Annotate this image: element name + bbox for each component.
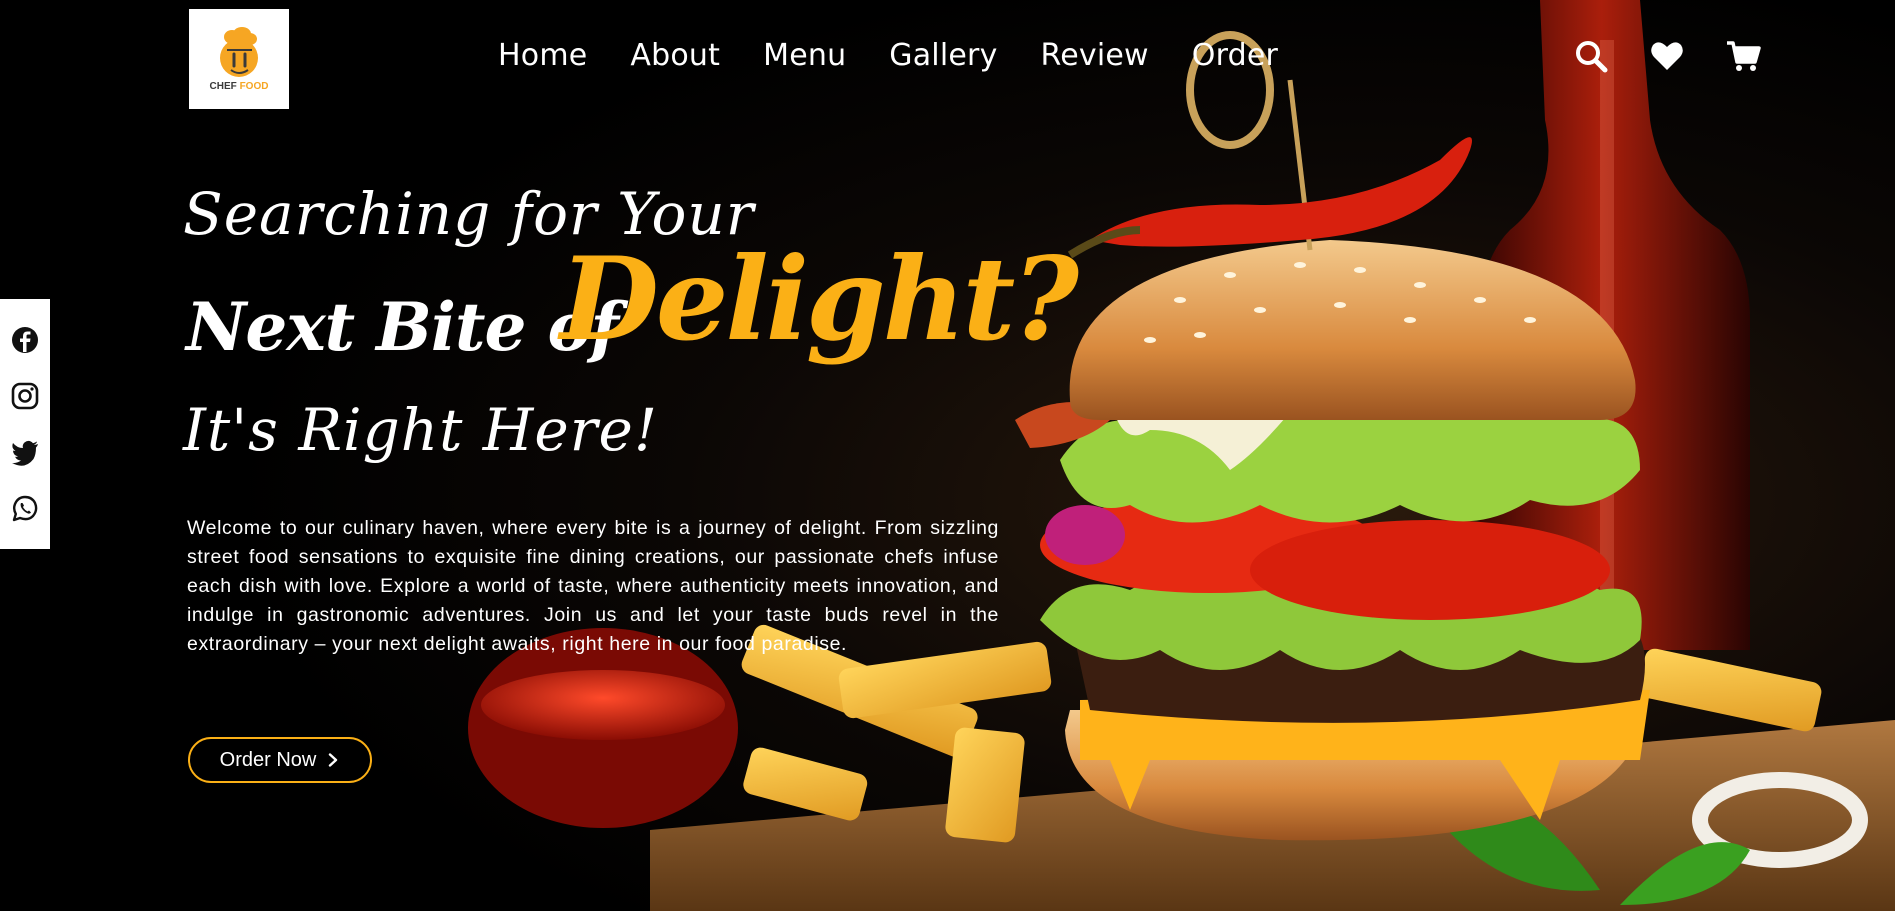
heart-icon[interactable] bbox=[1649, 38, 1685, 74]
order-now-label: Order Now bbox=[219, 748, 317, 771]
main-nav: Home About Menu Gallery Review Order bbox=[498, 38, 1278, 73]
chevron-right-icon bbox=[329, 753, 338, 767]
brand-name: CHEF FOOD bbox=[209, 81, 269, 92]
chef-hat-face-icon bbox=[220, 27, 258, 77]
nav-review[interactable]: Review bbox=[1041, 38, 1149, 73]
cart-icon[interactable] bbox=[1725, 38, 1761, 74]
twitter-icon[interactable] bbox=[10, 437, 40, 467]
nav-home[interactable]: Home bbox=[498, 38, 587, 73]
nav-about[interactable]: About bbox=[630, 38, 720, 73]
hero-intro-paragraph: Welcome to our culinary haven, where eve… bbox=[187, 517, 999, 655]
whatsapp-icon[interactable] bbox=[10, 493, 40, 523]
hero-headline-accent: Delight? bbox=[560, 232, 1079, 366]
facebook-icon[interactable] bbox=[10, 325, 40, 355]
nav-menu[interactable]: Menu bbox=[763, 38, 846, 73]
nav-gallery[interactable]: Gallery bbox=[889, 38, 997, 73]
search-icon[interactable] bbox=[1573, 38, 1609, 74]
order-now-button[interactable]: Order Now bbox=[188, 737, 372, 783]
social-links bbox=[0, 299, 50, 549]
header-actions bbox=[1573, 38, 1761, 74]
hero-headline-line3: It's Right Here! bbox=[183, 396, 659, 464]
brand-logo[interactable]: CHEF FOOD bbox=[189, 9, 289, 109]
hero-headline-line2: Next Bite of bbox=[186, 288, 619, 366]
nav-order[interactable]: Order bbox=[1192, 38, 1278, 73]
instagram-icon[interactable] bbox=[10, 381, 40, 411]
